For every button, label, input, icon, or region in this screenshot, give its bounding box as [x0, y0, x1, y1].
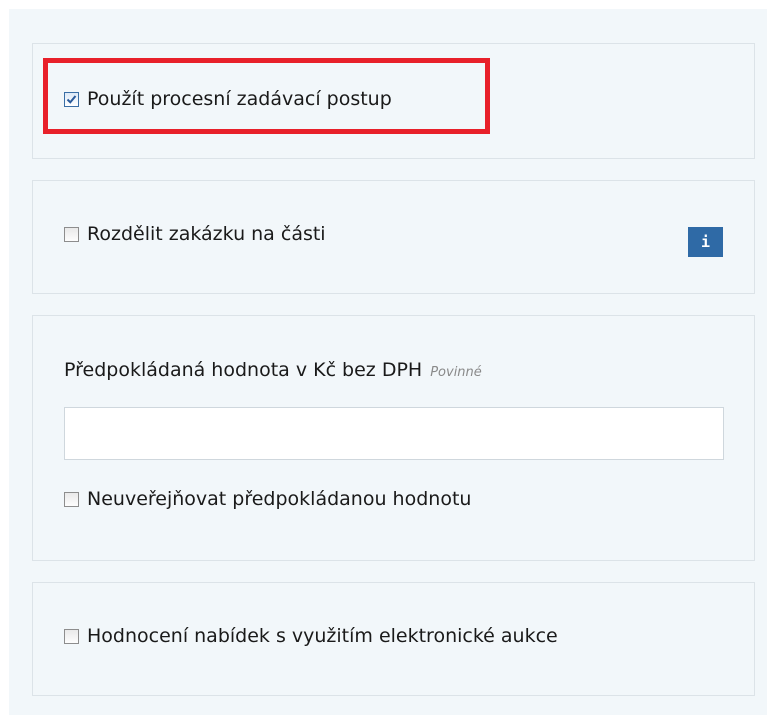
hide-value-checkbox[interactable]: [64, 491, 79, 507]
estimated-value-input[interactable]: [64, 407, 724, 460]
split-checkbox-label[interactable]: Rozdělit zakázku na části: [87, 223, 326, 245]
estimated-value-label-text: Předpokládaná hodnota v Kč bez DPH: [64, 359, 423, 381]
hide-value-checkbox-label[interactable]: Neuveřejňovat předpokládanou hodnotu: [87, 488, 471, 510]
required-badge: Povinné: [430, 365, 482, 380]
split-checkbox-row[interactable]: Rozdělit zakázku na části: [64, 223, 326, 245]
info-button[interactable]: i: [688, 227, 723, 257]
info-icon: i: [700, 233, 711, 251]
highlight-box: [43, 58, 490, 134]
auction-checkbox-row[interactable]: Hodnocení nabídek s využitím elektronick…: [64, 625, 558, 647]
auction-checkbox-label[interactable]: Hodnocení nabídek s využitím elektronick…: [87, 625, 558, 647]
hide-value-checkbox-row[interactable]: Neuveřejňovat předpokládanou hodnotu: [64, 488, 471, 510]
auction-checkbox[interactable]: [64, 628, 79, 644]
split-checkbox[interactable]: [64, 226, 79, 242]
estimated-value-label: Předpokládaná hodnota v Kč bez DPH Povinn…: [64, 359, 482, 381]
